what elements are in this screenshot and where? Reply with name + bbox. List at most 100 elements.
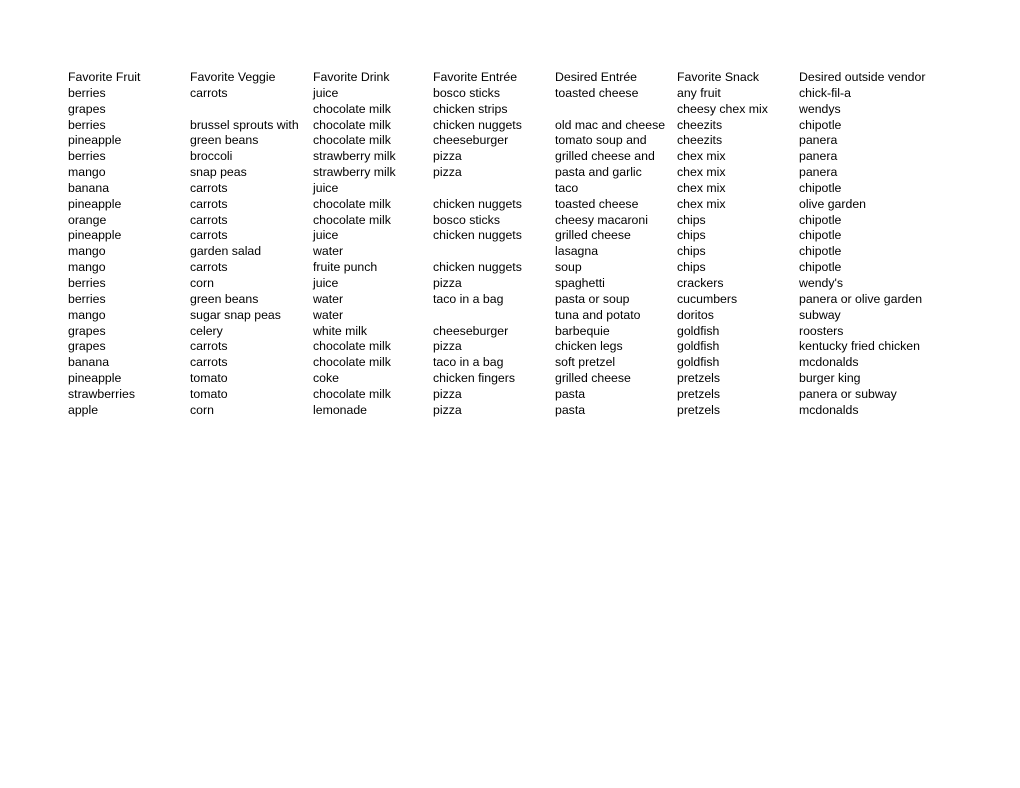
cell-vendor: chipotle: [799, 260, 842, 275]
cell-vendor: olive garden: [799, 196, 866, 211]
cell-drink: strawberry milk: [313, 149, 396, 164]
cell-snack: cheezits: [677, 117, 723, 132]
cell-vendor: panera or subway: [799, 386, 897, 401]
cell-drink: water: [313, 291, 344, 306]
column-header-drink: Favorite Drink: [313, 70, 390, 84]
cell-desired-entree: toasted cheese: [555, 196, 639, 211]
cell-favorite-entree: pizza: [433, 149, 462, 164]
cell-desired-entree: soft pretzel: [555, 355, 616, 370]
cell-desired-entree: chicken legs: [555, 339, 623, 354]
cell-snack: chex mix: [677, 149, 726, 164]
table-row: mango sugar snap peas water tuna and potato…: [68, 308, 989, 324]
column-header-favorite-entree: Favorite Entrée: [433, 70, 518, 84]
cell-favorite-entree: pizza: [433, 275, 462, 290]
cell-favorite-entree: [433, 308, 555, 324]
cell-desired-entree: toasted cheese: [555, 85, 639, 100]
cell-fruit: pineapple: [68, 196, 122, 211]
cell-fruit: mango: [68, 244, 106, 259]
cell-favorite-entree: pizza: [433, 386, 462, 401]
cell-drink: chocolate milk: [313, 339, 391, 354]
cell-snack: pretzels: [677, 371, 721, 386]
table-row: berries corn juice pizza spaghetti crackers we…: [68, 276, 989, 292]
cell-snack: cheesy chex mix: [677, 101, 768, 116]
cell-drink: juice: [313, 275, 339, 290]
cell-favorite-entree: cheeseburger: [433, 323, 509, 338]
cell-veggie: tomato: [190, 386, 228, 401]
cell-favorite-entree: chicken strips: [433, 101, 508, 116]
cell-snack: goldfish: [677, 355, 720, 370]
cell-fruit: grapes: [68, 101, 106, 116]
cell-desired-entree: grilled cheese: [555, 371, 631, 386]
cell-desired-entree: barbequie: [555, 323, 610, 338]
cell-drink: chocolate milk: [313, 355, 391, 370]
table-row: pineapple carrots chocolate milk chicken nu…: [68, 197, 989, 213]
cell-fruit: berries: [68, 291, 106, 306]
cell-drink: chocolate milk: [313, 196, 391, 211]
cell-vendor: panera: [799, 149, 838, 164]
cell-veggie: carrots: [190, 355, 228, 370]
table-row: mango garden salad water lasagna chips chipot…: [68, 244, 989, 260]
cell-vendor: chipotle: [799, 180, 842, 195]
cell-veggie: tomato: [190, 371, 228, 386]
cell-desired-entree: old mac and cheese: [555, 117, 666, 132]
column-header-vendor: Desired outside vendor: [799, 70, 926, 84]
cell-snack: cheezits: [677, 133, 723, 148]
cell-veggie: carrots: [190, 260, 228, 275]
cell-drink: water: [313, 307, 344, 322]
cell-favorite-entree: chicken nuggets: [433, 228, 522, 243]
cell-desired-entree: spaghetti: [555, 275, 605, 290]
cell-vendor: chick-fil-a: [799, 85, 851, 100]
cell-fruit: grapes: [68, 339, 106, 354]
cell-favorite-entree: chicken nuggets: [433, 196, 522, 211]
cell-drink: juice: [313, 180, 339, 195]
cell-veggie: snap peas: [190, 165, 247, 180]
table-row: grapes chocolate milk chicken strips cheesy…: [68, 102, 989, 118]
table-row: orange carrots chocolate milk bosco sticks c…: [68, 213, 989, 229]
column-header-desired-entree: Desired Entrée: [555, 70, 638, 84]
cell-snack: chex mix: [677, 180, 726, 195]
cell-drink: fruite punch: [313, 260, 378, 275]
cell-snack: chips: [677, 260, 706, 275]
column-header-fruit: Favorite Fruit: [68, 70, 141, 84]
cell-favorite-entree: [433, 244, 555, 260]
cell-fruit: berries: [68, 275, 106, 290]
table-row: pineapple tomato coke chicken fingers grille…: [68, 371, 989, 387]
table-row: pineapple green beans chocolate milk cheese…: [68, 133, 989, 149]
table-row: mango snap peas strawberry milk pizza pasta …: [68, 165, 989, 181]
cell-veggie: brussel sprouts with: [190, 117, 299, 132]
cell-vendor: panera: [799, 165, 838, 180]
cell-vendor: chipotle: [799, 212, 842, 227]
cell-vendor: burger king: [799, 371, 861, 386]
cell-fruit: orange: [68, 212, 107, 227]
cell-fruit: berries: [68, 85, 106, 100]
cell-favorite-entree: pizza: [433, 339, 462, 354]
cell-favorite-entree: taco in a bag: [433, 355, 504, 370]
cell-vendor: panera: [799, 133, 838, 148]
cell-desired-entree: soup: [555, 260, 582, 275]
cell-drink: chocolate milk: [313, 117, 391, 132]
table-row: berries green beans water taco in a bag past…: [68, 292, 989, 308]
table-row: pineapple carrots juice chicken nuggets gril…: [68, 228, 989, 244]
cell-drink: strawberry milk: [313, 165, 396, 180]
column-header-veggie: Favorite Veggie: [190, 70, 276, 84]
cell-drink: chocolate milk: [313, 386, 391, 401]
cell-drink: water: [313, 244, 344, 259]
cell-desired-entree: tuna and potato: [555, 307, 641, 322]
cell-favorite-entree: [433, 181, 555, 197]
cell-vendor: chipotle: [799, 117, 842, 132]
table-row: berries carrots juice bosco sticks toasted c…: [68, 86, 989, 102]
cell-snack: doritos: [677, 307, 714, 322]
table-row: strawberries tomato chocolate milk pizza pas…: [68, 387, 989, 403]
document-page: Favorite Fruit Favorite Veggie Favorite Dr…: [0, 0, 1020, 788]
cell-snack: chips: [677, 212, 706, 227]
cell-vendor: subway: [799, 307, 841, 322]
cell-veggie: [190, 102, 313, 118]
cell-snack: pretzels: [677, 402, 721, 417]
cell-snack: any fruit: [677, 85, 721, 100]
cell-desired-entree: taco: [555, 180, 579, 195]
table-row: banana carrots chocolate milk taco in a bag…: [68, 355, 989, 371]
table-row: grapes carrots chocolate milk pizza chicken …: [68, 339, 989, 355]
cell-desired-entree: [555, 102, 677, 118]
cell-drink: white milk: [313, 323, 367, 338]
cell-favorite-entree: pizza: [433, 402, 462, 417]
